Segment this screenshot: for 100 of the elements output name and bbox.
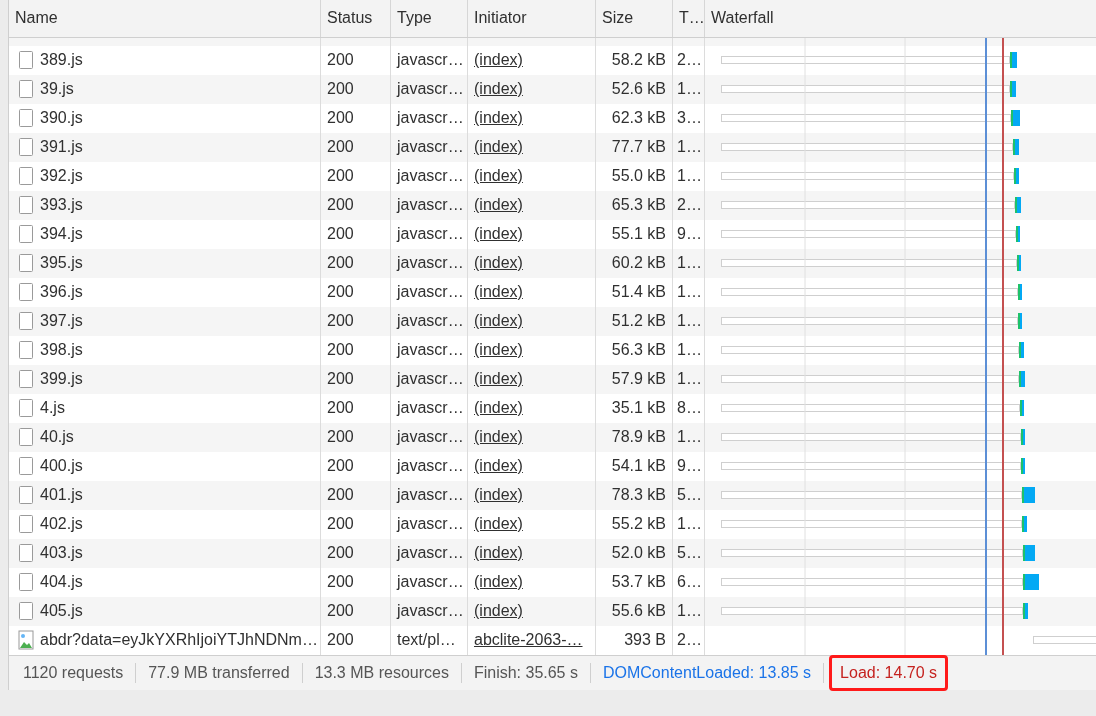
initiator-link[interactable]: (index) [474, 399, 523, 418]
status-code: 200 [327, 370, 354, 389]
file-name[interactable]: 396.js [40, 283, 83, 302]
initiator-link[interactable]: (index) [474, 80, 523, 99]
resource-type: javascr… [397, 254, 464, 273]
resource-type: javascr… [397, 370, 464, 389]
status-text: 1120 requests [23, 664, 124, 682]
file-name[interactable]: 390.js [40, 109, 83, 128]
initiator-link[interactable]: (index) [474, 457, 523, 476]
time-value: 5… [677, 486, 702, 505]
resource-type: javascr… [397, 457, 464, 476]
resource-type: text/pl… [397, 631, 456, 650]
resource-type: javascr… [397, 167, 464, 186]
status-code: 200 [327, 312, 354, 331]
status-code: 200 [327, 457, 354, 476]
column-header[interactable]: T… [673, 0, 705, 37]
file-icon [18, 398, 34, 419]
time-value: 8… [677, 399, 702, 418]
time-value: 9… [677, 225, 702, 244]
status-text: DOMContentLoaded: 13.85 s [602, 664, 812, 682]
status-code: 200 [327, 138, 354, 157]
initiator-link[interactable]: (index) [474, 544, 523, 563]
file-name[interactable]: 394.js [40, 225, 83, 244]
time-value: 6… [677, 573, 702, 592]
resource-type: javascr… [397, 428, 464, 447]
file-name[interactable]: 398.js [40, 341, 83, 360]
status-code: 200 [327, 515, 354, 534]
file-name[interactable]: 403.js [40, 544, 83, 563]
column-header[interactable]: Type [391, 0, 468, 37]
initiator-link[interactable]: (index) [474, 602, 523, 621]
time-value: 1… [677, 283, 702, 302]
initiator-link[interactable]: (index) [474, 341, 523, 360]
status-text: Finish: 35.65 s [473, 664, 578, 682]
file-icon [18, 166, 34, 187]
initiator-link[interactable]: (index) [474, 225, 523, 244]
resource-type: javascr… [397, 573, 464, 592]
size-value: 56.3 kB [611, 341, 666, 360]
initiator-link[interactable]: (index) [474, 312, 523, 331]
file-name[interactable]: 395.js [40, 254, 83, 273]
initiator-link[interactable]: (index) [474, 428, 523, 447]
file-icon [18, 485, 34, 506]
status-code: 200 [327, 225, 354, 244]
time-value: 3… [677, 109, 702, 128]
status-code: 200 [327, 602, 354, 621]
initiator-link[interactable]: (index) [474, 109, 523, 128]
initiator-link[interactable]: (index) [474, 196, 523, 215]
column-header[interactable]: Name [9, 0, 321, 37]
file-icon [18, 369, 34, 390]
resource-type: javascr… [397, 51, 464, 70]
initiator-link[interactable]: (index) [474, 167, 523, 186]
column-header[interactable]: Initiator [468, 0, 596, 37]
file-name[interactable]: 4.js [40, 399, 65, 418]
initiator-link[interactable]: (index) [474, 370, 523, 389]
size-value: 35.1 kB [611, 399, 666, 418]
file-name[interactable]: 399.js [40, 370, 83, 389]
file-name[interactable]: abdr?data=eyJkYXRhIjoiYTJhNDNm… [40, 631, 318, 650]
file-name[interactable]: 400.js [40, 457, 83, 476]
initiator-link[interactable]: (index) [474, 254, 523, 273]
size-value: 52.6 kB [611, 80, 666, 99]
time-value: 5… [677, 544, 702, 563]
file-name[interactable]: 40.js [40, 428, 74, 447]
file-name[interactable]: 393.js [40, 196, 83, 215]
size-value: 53.7 kB [611, 573, 666, 592]
file-name[interactable]: 39.js [40, 80, 74, 99]
file-name[interactable]: 389.js [40, 51, 83, 70]
file-name[interactable]: 405.js [40, 602, 83, 621]
size-value: 62.3 kB [611, 109, 666, 128]
status-code: 200 [327, 283, 354, 302]
resource-type: javascr… [397, 196, 464, 215]
column-header[interactable]: Status [321, 0, 391, 37]
file-name[interactable]: 392.js [40, 167, 83, 186]
initiator-link[interactable]: (index) [474, 515, 523, 534]
file-icon [18, 601, 34, 622]
column-header[interactable]: Waterfall [705, 0, 1096, 37]
file-name[interactable]: 397.js [40, 312, 83, 331]
resource-type: javascr… [397, 341, 464, 360]
status-code: 200 [327, 109, 354, 128]
file-name[interactable]: 401.js [40, 486, 83, 505]
time-value: 1… [677, 254, 702, 273]
initiator-link[interactable]: (index) [474, 486, 523, 505]
column-header[interactable]: Size [596, 0, 673, 37]
file-name[interactable]: 402.js [40, 515, 83, 534]
status-code: 200 [327, 51, 354, 70]
file-name[interactable]: 404.js [40, 573, 83, 592]
status-code: 200 [327, 544, 354, 563]
file-icon [18, 50, 34, 71]
initiator-link[interactable]: abclite-2063-… [474, 631, 583, 650]
size-value: 55.6 kB [611, 602, 666, 621]
initiator-link[interactable]: (index) [474, 51, 523, 70]
file-icon [18, 340, 34, 361]
initiator-link[interactable]: (index) [474, 283, 523, 302]
resource-type: javascr… [397, 515, 464, 534]
initiator-link[interactable]: (index) [474, 138, 523, 157]
size-value: 55.1 kB [611, 225, 666, 244]
initiator-link[interactable]: (index) [474, 573, 523, 592]
file-icon [18, 79, 34, 100]
resource-type: javascr… [397, 486, 464, 505]
file-name[interactable]: 391.js [40, 138, 83, 157]
resource-type: javascr… [397, 283, 464, 302]
size-value: 77.7 kB [611, 138, 666, 157]
